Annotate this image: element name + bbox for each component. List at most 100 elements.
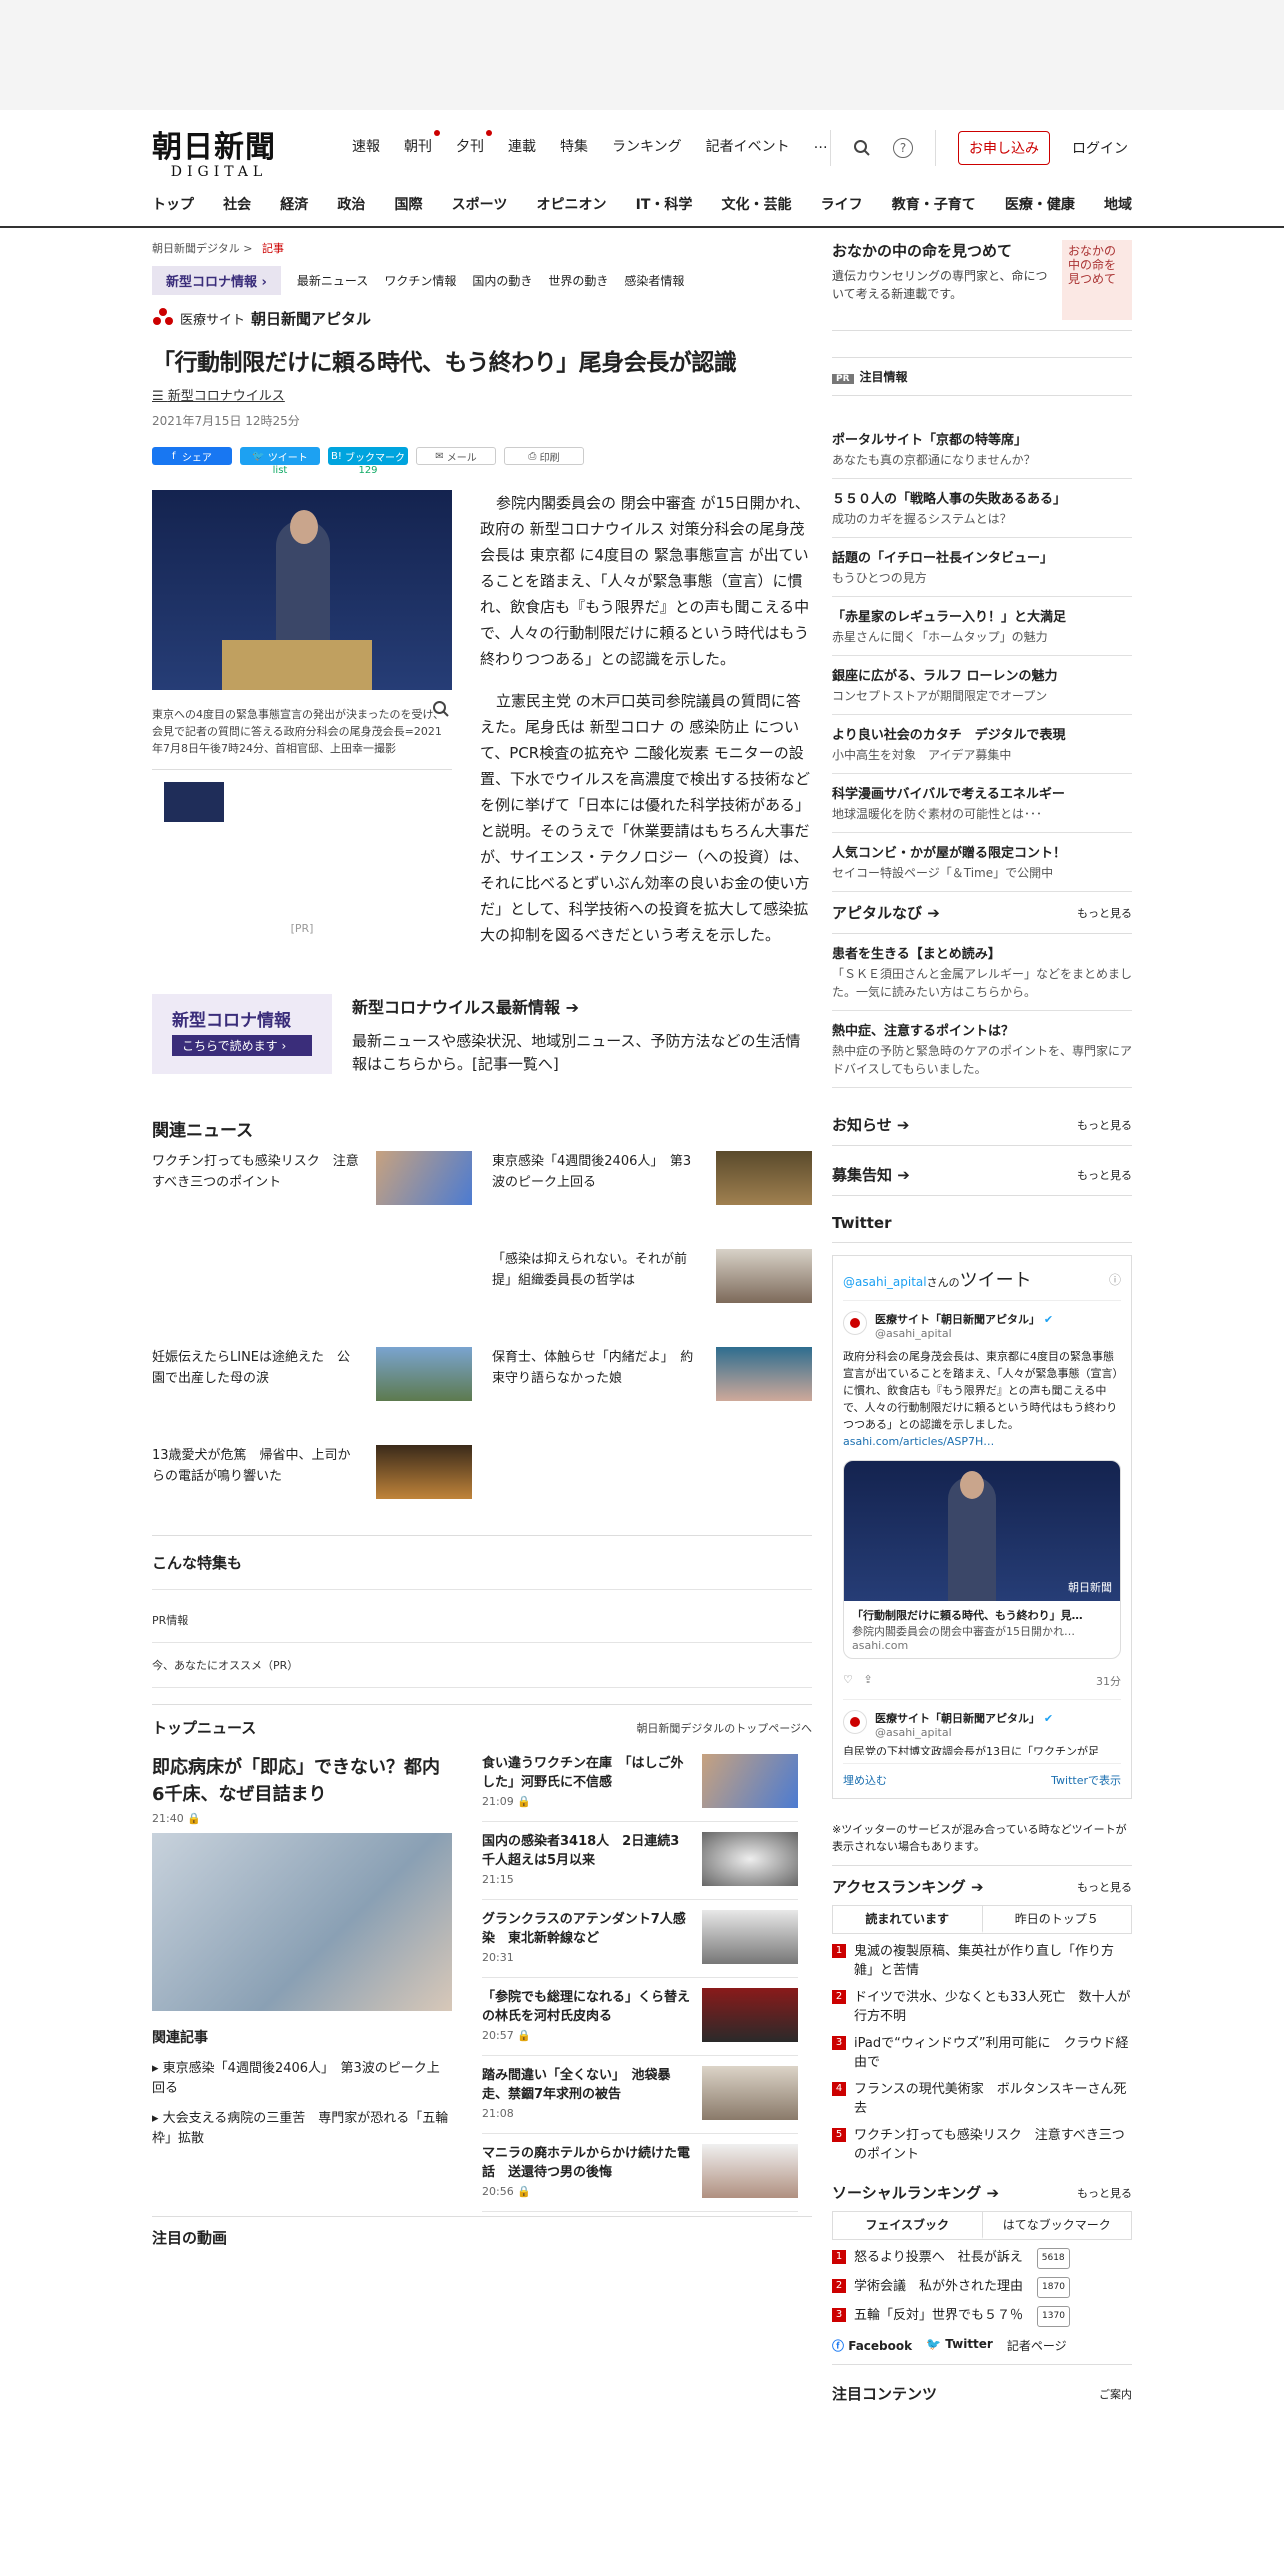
corona-link[interactable]: 最新ニュース [297,272,368,289]
topic-tag[interactable]: ☰ 新型コロナウイルス [152,385,812,404]
more-link[interactable]: もっと見る [1077,905,1132,921]
cat-item[interactable]: トップ [152,194,194,214]
corona-info-button[interactable]: 新型コロナ情報 › [152,266,281,295]
tab-hatena[interactable]: はてなブックマーク [983,2212,1132,2239]
facebook-share-button[interactable]: f シェア [152,447,232,465]
tab-most-read[interactable]: 読まれています [833,1906,983,1933]
pr-item[interactable]: より良い社会のカタチ デジタルで表現 小中高生を対象 アイデア募集中 [832,715,1132,774]
main-headline[interactable]: 即応病床が「即応」できない？都内6千床、なぜ目詰まり [152,1754,452,1808]
view-on-twitter-link[interactable]: Twitterで表示 [1051,1772,1121,1788]
tab-facebook[interactable]: フェイスブック [833,2212,983,2239]
twitter-link[interactable]: 🐦 Twitter [926,2337,993,2354]
corona-link[interactable]: 感染者情報 [624,272,684,289]
main-photo[interactable] [152,1833,452,2011]
cat-item[interactable]: 国際 [395,194,423,214]
related-item[interactable]: 保育士、体触らせ「内緒だよ」 約束守り語らなかった娘 [492,1347,812,1427]
embed-link[interactable]: 埋め込む [843,1772,887,1788]
guide-link[interactable]: ご案内 [1099,2386,1132,2402]
cat-item[interactable]: 地域 [1104,194,1132,214]
ranking-item[interactable]: 5 ワクチン打っても感染リスク 注意すべき三つのポイント [832,2126,1132,2164]
notice-title[interactable]: お知らせ ➔ [832,1114,910,1135]
ranking-item[interactable]: 3 iPadで“ウィンドウズ”利用可能に クラウド経由で [832,2034,1132,2072]
nav-item[interactable]: ランキング [612,136,682,156]
ranking-item[interactable]: 2 学術会議 私が外された理由 1870 [832,2277,1132,2298]
bookmark-count[interactable]: 129 [328,465,408,476]
more-link[interactable]: もっと見る [1077,1879,1132,1895]
top-page-link[interactable]: 朝日新聞デジタルのトップページへ [636,1720,812,1736]
pr-item[interactable]: ポータルサイト「京都の特等席」 あなたも真の京都通になりませんか？ [832,420,1132,479]
more-link[interactable]: もっと見る [1077,2185,1132,2201]
info-icon[interactable]: ⓘ [1109,1271,1121,1288]
cat-item[interactable]: オピニオン [536,194,606,214]
ranking-item[interactable]: 2 ドイツで洪水、少なくとも33人死亡 数十人が行方不明 [832,1988,1132,2026]
promo[interactable]: おなかの中の命を見つめて 遺伝カウンセリングの専門家と、命について考える新連載です… [832,240,1132,331]
tweet-count[interactable]: list [240,465,320,476]
news-item[interactable]: 国内の感染者3418人 2日連続3千人超えは5月以来 21:15 [482,1822,798,1900]
photo-thumbnail[interactable] [164,782,224,822]
access-title[interactable]: アクセスランキング ➔ [832,1876,984,1897]
article-photo[interactable] [152,490,452,690]
nav-more[interactable]: … [814,136,828,156]
nav-item[interactable]: 記者イベント [706,136,790,156]
nav-item[interactable]: 連載 [508,136,536,156]
search-icon[interactable] [853,139,871,157]
apital-item[interactable]: 熱中症、注意するポイントは？ 熱中症の予防と緊急時のケアのポイントを、専門家にアド… [832,1011,1132,1088]
related-item[interactable]: 東京感染「4週間後2406人」 第3波のピーク上回る [492,1151,812,1231]
related-item[interactable]: ワクチン打っても感染リスク 注意すべき三つのポイント [152,1151,472,1231]
cat-item[interactable]: 教育・子育て [892,194,976,214]
corona-link[interactable]: 世界の動き [548,272,608,289]
timeline-user[interactable]: @asahi_apital [843,1275,927,1289]
nav-item[interactable]: 速報 [352,136,380,156]
social-title[interactable]: ソーシャルランキング ➔ [832,2182,999,2203]
cat-item[interactable]: 医療・健康 [1005,194,1075,214]
tweet-time[interactable]: 31分 [1096,1673,1121,1689]
ranking-item[interactable]: 1 怒るより投票へ 社長が訴え 5618 [832,2248,1132,2269]
related-item[interactable]: 妊娠伝えたらLINEは途絶えた 公園で出産した母の涙 [152,1347,472,1427]
news-item[interactable]: 食い違うワクチン在庫 「はしご外した」河野氏に不信感 21:09 🔒 [482,1754,798,1822]
cat-item[interactable]: 経済 [280,194,308,214]
recruit-title[interactable]: 募集告知 ➔ [832,1164,910,1185]
cat-item[interactable]: 社会 [223,194,251,214]
news-item[interactable]: グランクラスのアテンダント7人感染 東北新幹線など 20:31 [482,1900,798,1978]
pr-item[interactable]: 科学漫画サバイバルで考えるエネルギー 地球温暖化を防ぐ素材の可能性とは･･･ [832,774,1132,833]
pr-item[interactable]: 銀座に広がる、ラルフ ローレンの魅力 コンセプトストアが期間限定でオープン [832,656,1132,715]
corona-link[interactable]: 国内の動き [472,272,532,289]
logo[interactable]: 朝日新聞 DIGITAL [152,122,286,180]
pr-item[interactable]: 話題の「イチロー社長インタビュー」 もうひとつの見方 [832,538,1132,597]
cat-item[interactable]: IT・科学 [636,194,693,214]
nav-item[interactable]: 朝刊 [404,130,440,156]
login-button[interactable]: ログイン [1072,138,1128,158]
ranking-item[interactable]: 4 フランスの現代美術家 ボルタンスキーさん死去 [832,2080,1132,2118]
apital-title[interactable]: アピタルなび ➔ [832,902,940,923]
more-link[interactable]: もっと見る [1077,1117,1132,1133]
subscribe-button[interactable]: お申し込み [958,131,1050,165]
tweet-author[interactable]: 医療サイト「朝日新聞アピタル」 ✔ @asahi_apital [843,1311,1121,1340]
tweet-author[interactable]: 医療サイト「朝日新聞アピタル」 ✔ @asahi_apital [843,1710,1121,1739]
tab-yesterday-top5[interactable]: 昨日のトップ５ [983,1906,1132,1933]
related-item[interactable]: 「感染は抑えられない。それが前提」組織委員長の哲学は [492,1249,812,1329]
reporter-page-link[interactable]: 記者ページ [1007,2337,1067,2354]
news-item[interactable]: マニラの廃ホテルからかけ続けた電話 送還待つ男の後悔 20:56 🔒 [482,2134,798,2212]
nav-item[interactable]: 特集 [560,136,588,156]
cat-item[interactable]: スポーツ [452,194,508,214]
more-link[interactable]: もっと見る [1077,1167,1132,1183]
tweet-button[interactable]: 🐦 ツイート [240,447,320,465]
pr-item[interactable]: 「赤星家のレギュラー入り！」と大満足 赤星さんに聞く「ホームタップ」の魅力 [832,597,1132,656]
tweet-link[interactable]: asahi.com/articles/ASP7H… [843,1435,994,1448]
crumb-site[interactable]: 朝日新聞デジタル [152,242,240,255]
ranking-item[interactable]: 3 五輪「反対」世界でも５７％ 1370 [832,2306,1132,2327]
pr-item[interactable]: ５５０人の「戦略人事の失敗あるある」 成功のカギを握るシステムとは？ [832,479,1132,538]
media-label[interactable]: 医療サイト 朝日新聞アピタル [152,307,812,329]
facebook-link[interactable]: ⓕ Facebook [832,2337,912,2354]
print-button[interactable]: ⎙ 印刷 [504,447,584,465]
pr-item[interactable]: 人気コンビ・かが屋が贈る限定コント！ セイコー特設ページ「＆Time」で公開中 [832,833,1132,892]
like-icon[interactable]: ♡ [843,1673,853,1686]
related-article[interactable]: ▸ 東京感染「4週間後2406人」 第3波のピーク上回る [152,2059,452,2099]
apital-item[interactable]: 患者を生きる【まとめ読み】 「ＳＫＥ須田さんと金属アレルギー」などをまとめました。… [832,934,1132,1011]
corona-link[interactable]: ワクチン情報 [384,272,456,289]
cat-item[interactable]: 政治 [337,194,365,214]
share-icon[interactable]: ⇪ [863,1673,872,1686]
news-item[interactable]: 踏み間違い「全くない」 池袋暴走、禁錮7年求刑の被告 21:08 [482,2056,798,2134]
ranking-item[interactable]: 1 鬼滅の複製原稿、集英社が作り直し「作り方雑」と苦情 [832,1942,1132,1980]
hatena-bookmark-button[interactable]: B! ブックマーク [328,447,408,465]
